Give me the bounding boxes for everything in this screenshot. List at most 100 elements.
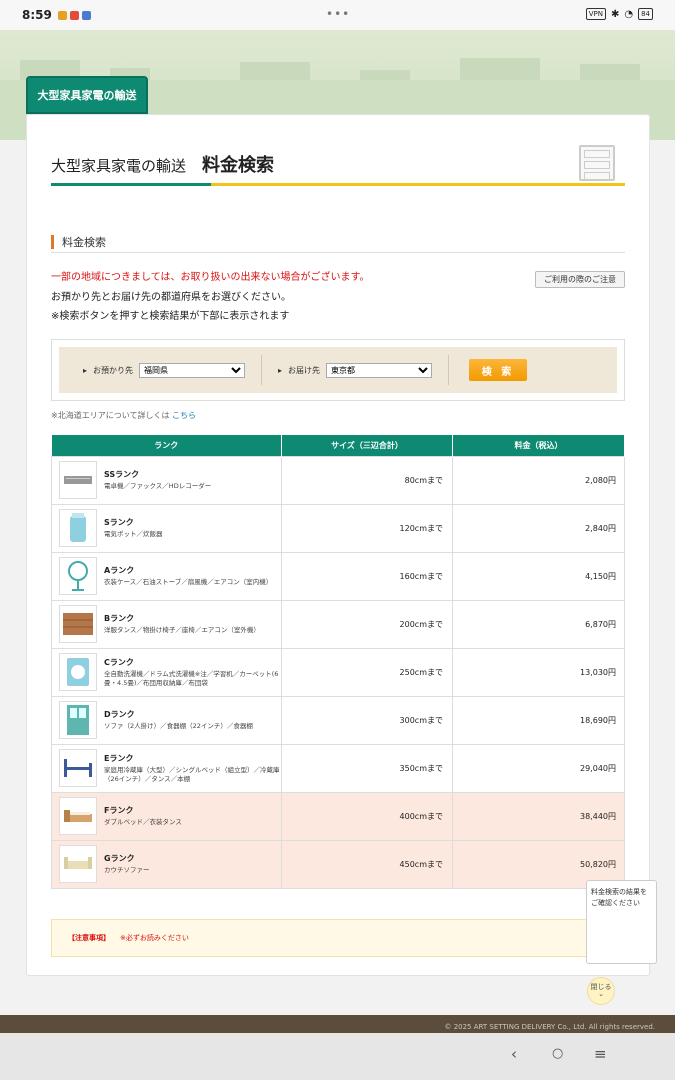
rank-cell: Sランク 電気ポット／炊飯器	[51, 503, 282, 553]
table-row: Bランク 洋服タンス／物掛け椅子／座椅／エアコン（室外機） 200cmまで 6,870…	[51, 599, 625, 649]
table-row: Dランク ソファ（2人掛け）／食器棚（22インチ）／食器棚 300cmまで 18,69…	[51, 695, 625, 745]
drawer-icon	[59, 605, 97, 643]
footer: © 2025 ART SETTING DELIVERY Co., Ltd. Al…	[0, 1015, 675, 1033]
rank-cell: Aランク衣装ケース／石油ストーブ／扇風機／エアコン（室内機）	[51, 551, 282, 601]
rank-description: 洋服タンス／物掛け椅子／座椅／エアコン（室外機）	[104, 626, 260, 634]
rank-name: Gランク	[104, 854, 135, 863]
size-cell: 120cmまで	[281, 503, 453, 553]
recents-icon[interactable]: ≡	[594, 1045, 607, 1063]
size-cell: 250cmまで	[281, 647, 453, 697]
rank-description: 全自動洗濯機／ドラム式洗濯機※注／学習机／カーペット(6畳・4.5畳)／布団用収…	[104, 669, 279, 687]
to-prefecture-select[interactable]: 東京都	[326, 362, 433, 378]
rank-name: Bランク	[104, 614, 135, 623]
search-button[interactable]: 検 索	[469, 359, 528, 381]
size-cell: 400cmまで	[281, 791, 453, 841]
instruction-note: ※検索ボタンを押すと検索結果が下部に表示されます	[51, 311, 290, 322]
rank-name: Sランク	[104, 518, 134, 527]
rank-cell: Gランクカウチソファー	[51, 839, 282, 889]
rank-name: Eランク	[104, 753, 134, 763]
size-cell: 350cmまで	[281, 743, 453, 793]
warning-text: 一部の地域につきましては、お取り扱いの出来ない場合がございます。	[51, 272, 370, 283]
rank-description: 家庭用冷蔵庫（大型）／シングルベッド（組立型）／冷蔵庫（26インチ）／タンス／本…	[104, 765, 280, 783]
tab-large-furniture[interactable]: 大型家具家電の輸送	[26, 76, 148, 114]
size-cell: 160cmまで	[281, 551, 453, 601]
hokkaido-note: ※北海道エリアについて詳しくは こちら	[51, 411, 197, 420]
app-notification-icon	[81, 10, 91, 20]
header-price: 料金（税込）	[452, 435, 625, 456]
page-subtitle: 大型家具家電の輸送	[51, 157, 187, 175]
search-panel: ▸ お預かり先 福岡県 ▸ お届け先 東京都 検 索	[51, 339, 625, 401]
rank-description: 衣装ケース／石油ストーブ／扇風機／エアコン（室内機）	[104, 578, 273, 586]
cabinet-icon	[59, 701, 97, 739]
page-title-text: 料金検索	[202, 155, 275, 176]
notice-box[interactable]: 【注意事項】 ※必ずお読みください	[51, 919, 625, 957]
rank-cell: Dランクソファ（2人掛け）／食器棚（22インチ）／食器棚	[51, 695, 282, 745]
rank-name: Fランク	[104, 806, 134, 815]
app-notification-icon	[57, 10, 67, 20]
usage-notes-button[interactable]: ご利用の際のご注意	[535, 271, 625, 288]
recorder-icon	[59, 461, 97, 499]
rank-name: Dランク	[104, 710, 135, 719]
home-icon[interactable]: ○	[552, 1046, 563, 1061]
notice-title: 【注意事項】	[68, 934, 110, 942]
title-underline	[51, 183, 625, 186]
table-row: Eランク家庭用冷蔵庫（大型）／シングルベッド（組立型）／冷蔵庫（26インチ）／タ…	[51, 743, 625, 793]
status-time: 8:59	[22, 8, 52, 22]
rank-cell: Fランクダブルベッド／衣装タンス	[51, 791, 282, 841]
arrow-icon: ▸	[278, 365, 283, 375]
rank-description: カウチソファー	[104, 866, 150, 874]
section-title: 料金検索	[62, 235, 106, 249]
more-dots-icon[interactable]: •••	[326, 7, 350, 21]
back-icon[interactable]: ‹	[511, 1045, 517, 1063]
rank-description: ソファ（2人掛け）／食器棚（22インチ）／食器棚	[104, 722, 253, 730]
vpn-icon: VPN	[585, 8, 606, 20]
table-row: Gランク カウチソファー 450cmまで 50,820円	[51, 839, 625, 889]
rank-description: ダブルベッド／衣装タンス	[104, 818, 182, 826]
rank-cell: Eランク家庭用冷蔵庫（大型）／シングルベッド（組立型）／冷蔵庫（26インチ）／タ…	[51, 743, 282, 793]
section-heading: 料金検索	[51, 231, 625, 253]
notification-icons	[57, 10, 91, 20]
rank-description: 電卓機／ファックス／HDレコーダー	[104, 482, 212, 490]
size-cell: 200cmまで	[281, 599, 453, 649]
rank-cell: SSランク 電卓機／ファックス／HDレコーダー	[51, 455, 282, 505]
bluetooth-icon: ✱	[610, 8, 620, 20]
from-label: お預かり先	[93, 365, 134, 375]
instruction-text: お預かり先とお届け先の都道府県をお選びください。	[51, 292, 291, 303]
price-cell: 18,690円	[452, 695, 625, 745]
price-cell: 13,030円	[452, 647, 625, 697]
fan-icon	[59, 557, 97, 595]
price-cell: 29,040円	[452, 743, 625, 793]
dresser-icon	[579, 145, 615, 181]
close-button[interactable]: 閉じる ⌄	[587, 977, 615, 1005]
chevron-down-icon: ⌄	[598, 990, 604, 998]
result-tooltip: 料金検索の結果をご確認ください	[586, 880, 657, 964]
from-prefecture-select[interactable]: 福岡県	[139, 362, 246, 378]
rank-cell: Cランク全自動洗濯機／ドラム式洗濯機※注／学習机／カーペット(6畳・4.5畳)／…	[51, 647, 282, 697]
header-rank: ランク	[51, 435, 282, 456]
size-cell: 300cmまで	[281, 695, 453, 745]
wifi-icon: ◔	[624, 8, 634, 20]
rate-table: ランク サイズ（三辺合計） 料金（税込） SSランク 電卓機／ファックス／HDレコ…	[51, 435, 625, 889]
main-card: 大型家具家電の輸送 料金検索 料金検索 一部の地域につきましては、お取り扱いの出…	[26, 114, 650, 976]
table-row: Cランク全自動洗濯機／ドラム式洗濯機※注／学習机／カーペット(6畳・4.5畳)／…	[51, 647, 625, 697]
hokkaido-link[interactable]: こちら	[172, 411, 196, 420]
rank-name: Cランク	[104, 657, 134, 667]
sofa-icon	[59, 845, 97, 883]
header-size: サイズ（三辺合計）	[281, 435, 453, 456]
app-notification-icon	[69, 10, 79, 20]
notice-sub: ※必ずお読みください	[120, 934, 189, 942]
status-bar: 8:59 ••• VPN ✱ ◔ 84	[0, 0, 675, 30]
double-bed-icon	[59, 797, 97, 835]
rank-name: Aランク	[104, 566, 135, 575]
price-cell: 2,840円	[452, 503, 625, 553]
arrow-icon: ▸	[83, 365, 88, 375]
status-right: VPN ✱ ◔ 84	[585, 8, 653, 20]
battery-icon: 84	[638, 8, 653, 20]
rank-cell: Bランク洋服タンス／物掛け椅子／座椅／エアコン（室外機）	[51, 599, 282, 649]
table-row: Aランク 衣装ケース／石油ストーブ／扇風機／エアコン（室内機） 160cmまで 4,1…	[51, 551, 625, 601]
size-cell: 450cmまで	[281, 839, 453, 889]
price-cell: 6,870円	[452, 599, 625, 649]
table-row: Fランク ダブルベッド／衣装タンス 400cmまで 38,440円	[51, 791, 625, 841]
washer-icon	[59, 653, 97, 691]
pot-icon	[59, 509, 97, 547]
